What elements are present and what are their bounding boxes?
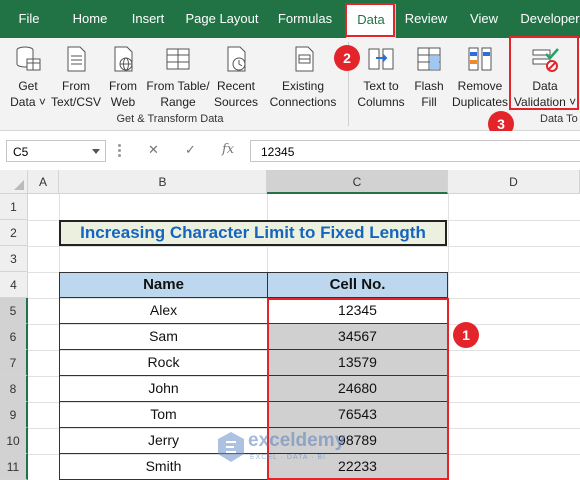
from-web-button[interactable]: From Web xyxy=(102,38,144,114)
flash-fill-label-1: Flash xyxy=(414,79,444,93)
col-header-a[interactable]: A xyxy=(28,170,59,194)
gridline xyxy=(28,246,580,247)
tab-formulas[interactable]: Formulas xyxy=(272,0,338,38)
text-to-columns-label-2: Columns xyxy=(357,95,405,109)
row-header-5[interactable]: 5 xyxy=(0,298,28,324)
data-validation-highlight xyxy=(509,36,579,110)
name-cell[interactable]: John xyxy=(59,376,268,402)
from-table-range-label-1: From Table/ xyxy=(146,79,210,93)
select-all-icon xyxy=(14,180,24,190)
database-icon xyxy=(16,46,41,71)
row-header-10[interactable]: 10 xyxy=(0,428,28,454)
tab-insert[interactable]: Insert xyxy=(124,0,172,38)
row-header-1[interactable]: 1 xyxy=(0,194,28,220)
name-cell[interactable]: Alex xyxy=(59,298,268,324)
data-tab-highlight xyxy=(345,3,395,37)
row-header-8[interactable]: 8 xyxy=(0,376,28,402)
watermark: exceldemy EXCEL · DATA · BI xyxy=(218,428,378,472)
fx-icon[interactable]: fx xyxy=(222,142,234,157)
ribbon-tab-bar: File Home Insert Page Layout Formulas Da… xyxy=(0,0,580,38)
name-cell[interactable]: Sam xyxy=(59,324,268,350)
text-to-columns-label-1: Text to xyxy=(363,79,399,93)
tab-developer[interactable]: Developer xyxy=(514,0,580,38)
connections-icon xyxy=(295,46,314,72)
header-cell-no[interactable]: Cell No. xyxy=(267,272,448,298)
tab-home[interactable]: Home xyxy=(66,0,114,38)
existing-connections-button[interactable]: Existing Connections xyxy=(264,38,342,114)
name-cell[interactable]: Rock xyxy=(59,350,268,376)
formula-bar: C5 ✕ ✓ fx 12345 xyxy=(0,131,580,171)
text-to-columns-icon xyxy=(368,48,394,70)
table-icon xyxy=(166,48,190,70)
flash-fill-label-2: Fill xyxy=(421,95,437,109)
col-header-c[interactable]: C xyxy=(267,170,448,194)
name-box-value: C5 xyxy=(13,145,29,159)
row-header-6[interactable]: 6 xyxy=(0,324,28,350)
from-text-csv-button[interactable]: From Text/CSV xyxy=(50,38,102,114)
tab-file[interactable]: File xyxy=(10,0,48,38)
remove-duplicates-button[interactable]: Remove Duplicates xyxy=(450,38,510,114)
from-text-csv-label-2: Text/CSV xyxy=(50,95,101,109)
row-header-7[interactable]: 7 xyxy=(0,350,28,376)
remove-duplicates-label-2: Duplicates xyxy=(451,95,509,109)
row-header-9[interactable]: 9 xyxy=(0,402,28,428)
text-file-icon xyxy=(67,46,86,72)
name-cell[interactable]: Tom xyxy=(59,402,268,428)
col-header-b[interactable]: B xyxy=(59,170,267,194)
flash-fill-icon xyxy=(417,47,441,71)
watermark-tagline: EXCEL · DATA · BI xyxy=(250,454,326,461)
web-icon xyxy=(114,46,133,72)
remove-duplicates-icon xyxy=(468,47,492,71)
existing-connections-label-2: Connections xyxy=(269,95,337,109)
from-web-label-1: From xyxy=(109,79,137,93)
row-header-2[interactable]: 2 xyxy=(0,220,28,246)
exceldemy-logo-icon xyxy=(218,432,244,462)
formula-bar-grip xyxy=(118,143,121,159)
tab-review[interactable]: Review xyxy=(400,0,452,38)
header-name[interactable]: Name xyxy=(59,272,268,298)
get-data-label-1: Get xyxy=(18,79,38,93)
recent-sources-label-2: Sources xyxy=(213,95,259,109)
cancel-icon[interactable]: ✕ xyxy=(148,142,159,158)
row-header-11[interactable]: 11 xyxy=(0,454,28,480)
row-header-4[interactable]: 4 xyxy=(0,272,28,298)
from-text-csv-label-1: From xyxy=(62,79,90,93)
tab-page-layout[interactable]: Page Layout xyxy=(182,0,262,38)
group-label-get-transform: Get & Transform Data xyxy=(116,113,224,125)
group-label-data-tools: Data To xyxy=(540,113,578,125)
formula-input[interactable]: 12345 xyxy=(250,140,580,162)
step-badge-1: 1 xyxy=(453,322,479,348)
recent-sources-icon xyxy=(227,46,246,72)
get-data-label-2: Data ˅ xyxy=(10,95,46,109)
existing-connections-label-1: Existing xyxy=(281,79,325,93)
watermark-name: exceldemy xyxy=(248,430,346,451)
from-web-label-2: Web xyxy=(110,95,136,109)
select-all-corner[interactable] xyxy=(0,170,28,194)
col-header-d[interactable]: D xyxy=(448,170,580,194)
from-table-range-label-2: Range xyxy=(160,95,196,109)
get-data-button[interactable]: Get Data ˅ xyxy=(4,38,52,114)
remove-duplicates-label-1: Remove xyxy=(457,79,503,93)
recent-sources-label-1: Recent xyxy=(216,79,256,93)
row-header-3[interactable]: 3 xyxy=(0,246,28,272)
enter-icon[interactable]: ✓ xyxy=(185,142,196,158)
step-badge-2: 2 xyxy=(334,45,360,71)
sheet-title[interactable]: Increasing Character Limit to Fixed Leng… xyxy=(59,220,447,246)
chevron-down-icon[interactable] xyxy=(92,149,100,154)
text-to-columns-button[interactable]: Text to Columns xyxy=(354,38,408,114)
from-table-range-button[interactable]: From Table/ Range xyxy=(144,38,212,114)
flash-fill-button[interactable]: Flash Fill xyxy=(410,38,448,114)
recent-sources-button[interactable]: Recent Sources xyxy=(212,38,260,114)
tab-view[interactable]: View xyxy=(462,0,506,38)
formula-icons: ✕ ✓ fx xyxy=(140,140,245,162)
name-box[interactable]: C5 xyxy=(6,140,106,162)
